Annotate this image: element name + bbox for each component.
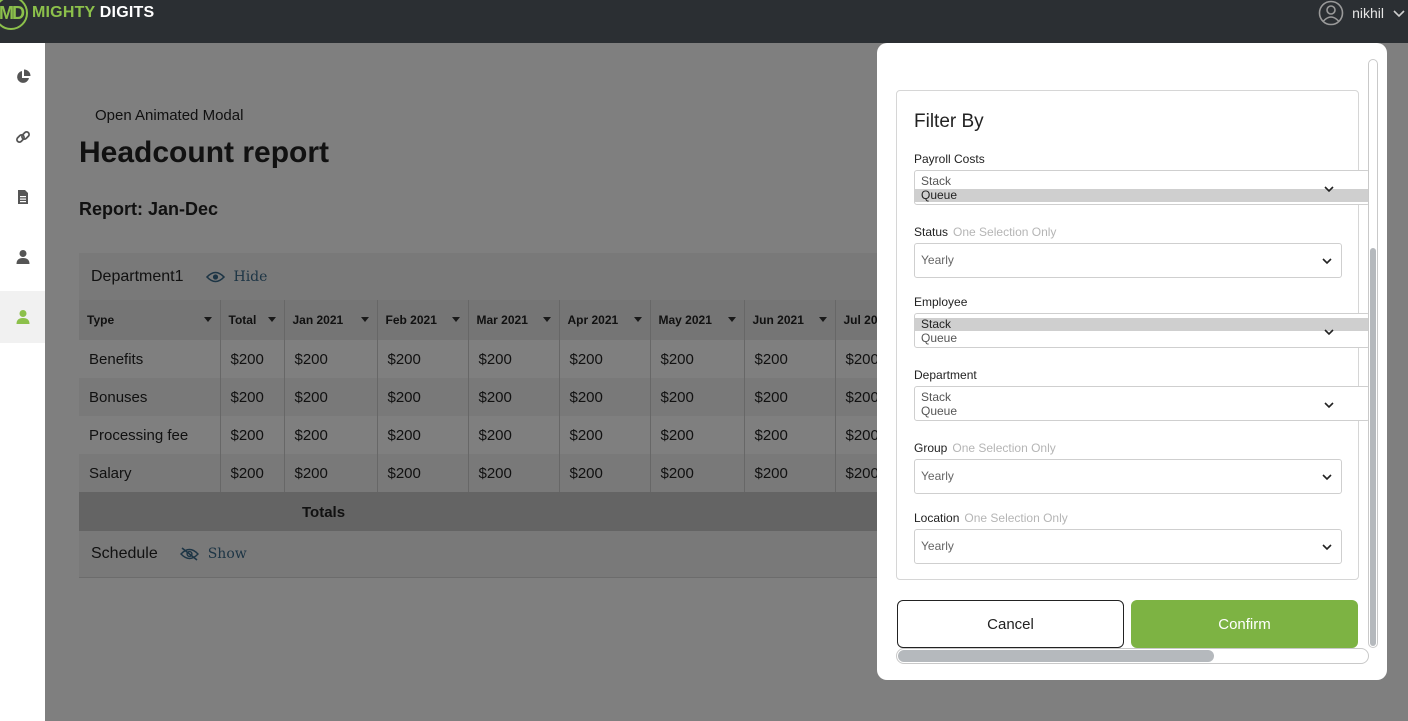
- cancel-button[interactable]: Cancel: [897, 600, 1124, 648]
- status-value: Yearly: [921, 253, 954, 267]
- sidebar-item-integrations[interactable]: [0, 111, 45, 163]
- horizontal-scrollbar-thumb[interactable]: [898, 650, 1214, 662]
- group-value: Yearly: [921, 469, 954, 483]
- payroll-option-stack[interactable]: Stack: [915, 175, 1369, 188]
- sidebar-item-people[interactable]: [0, 231, 45, 283]
- sidebar-item-dashboard[interactable]: [0, 51, 45, 103]
- pie-chart-icon: [16, 69, 30, 83]
- username: nikhil: [1352, 5, 1384, 21]
- vertical-scrollbar-thumb[interactable]: [1370, 248, 1376, 646]
- location-hint: One Selection Only: [964, 511, 1068, 525]
- group-label: Group One Selection Only: [914, 441, 1056, 455]
- document-icon: [17, 190, 28, 204]
- chevron-down-icon: [1324, 402, 1334, 409]
- department-label: Department: [914, 368, 977, 382]
- user-icon: [16, 310, 29, 324]
- chevron-down-icon: [1322, 474, 1332, 481]
- filter-panel: Filter By Payroll Costs Stack Queue Stat…: [896, 90, 1370, 580]
- top-bar: MD MIGHTY DIGITS nikhil: [0, 0, 1408, 43]
- employee-label: Employee: [914, 295, 968, 309]
- chevron-down-icon: [1322, 544, 1332, 551]
- employee-option-queue[interactable]: Queue: [915, 332, 1369, 345]
- payroll-option-queue[interactable]: Queue: [915, 189, 1369, 202]
- department-option-stack[interactable]: Stack: [915, 391, 1369, 404]
- status-select[interactable]: Yearly: [914, 243, 1342, 278]
- department-select[interactable]: Stack Queue: [914, 386, 1370, 421]
- user-icon: [16, 250, 29, 264]
- vertical-scrollbar[interactable]: [1368, 59, 1378, 648]
- payroll-costs-label: Payroll Costs: [914, 152, 985, 166]
- chevron-down-icon: [1324, 329, 1334, 336]
- chevron-down-icon: [1324, 186, 1334, 193]
- status-hint: One Selection Only: [953, 225, 1057, 239]
- location-value: Yearly: [921, 539, 954, 553]
- horizontal-scrollbar[interactable]: [896, 648, 1369, 664]
- group-select[interactable]: Yearly: [914, 459, 1342, 494]
- employee-select[interactable]: Stack Queue: [914, 313, 1370, 348]
- chevron-down-icon: [1322, 258, 1332, 265]
- chevron-down-icon: [1393, 10, 1405, 18]
- location-label: Location One Selection Only: [914, 511, 1068, 525]
- logo-word-digits: DIGITS: [99, 4, 155, 21]
- status-label: Status One Selection Only: [914, 225, 1057, 239]
- filter-title: Filter By: [914, 111, 984, 132]
- logo[interactable]: MD MIGHTY DIGITS: [0, 0, 154, 30]
- group-hint: One Selection Only: [952, 441, 1056, 455]
- sidebar-item-reports[interactable]: [0, 171, 45, 223]
- logo-mark: MD: [0, 0, 28, 30]
- user-menu[interactable]: nikhil: [1318, 0, 1408, 26]
- sidebar: [0, 43, 45, 721]
- link-icon: [15, 131, 30, 143]
- confirm-button[interactable]: Confirm: [1131, 600, 1358, 648]
- filter-modal: Filter By Payroll Costs Stack Queue Stat…: [877, 43, 1387, 680]
- employee-option-stack[interactable]: Stack: [915, 318, 1369, 331]
- sidebar-item-headcount[interactable]: [0, 291, 45, 343]
- department-option-queue[interactable]: Queue: [915, 405, 1369, 418]
- user-avatar-icon: [1318, 0, 1344, 26]
- payroll-costs-select[interactable]: Stack Queue: [914, 170, 1370, 205]
- logo-word-mighty: MIGHTY: [32, 4, 96, 21]
- location-select[interactable]: Yearly: [914, 529, 1342, 564]
